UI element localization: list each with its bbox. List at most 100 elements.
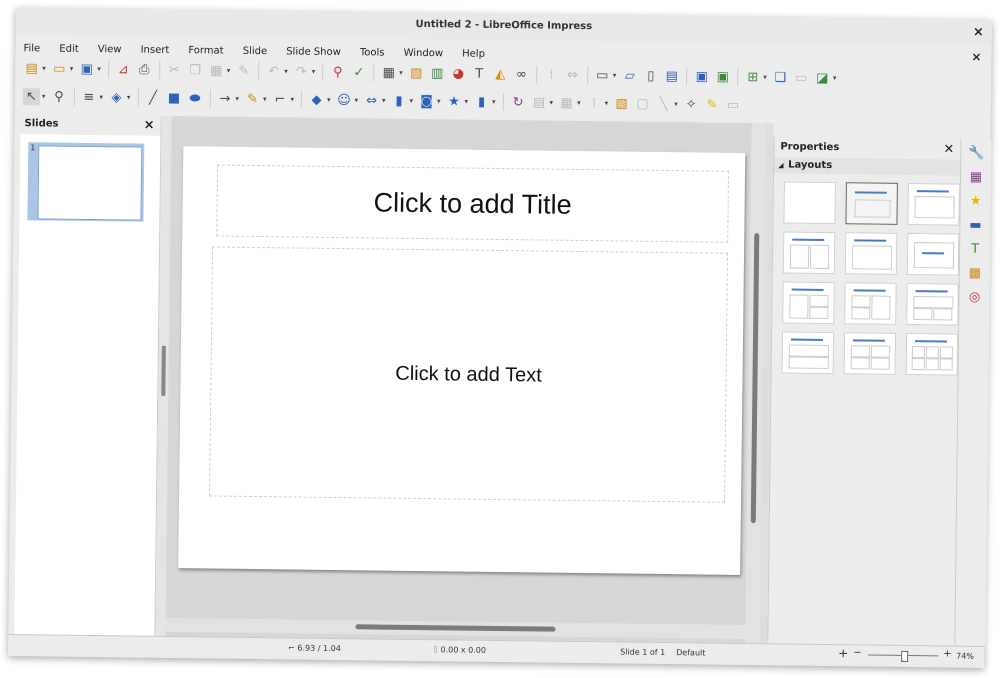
slide-thumbnail-selected[interactable]: 1 xyxy=(27,142,145,222)
group-icon[interactable]: ▧ xyxy=(613,95,630,112)
zoom-level[interactable]: 74% xyxy=(956,652,974,661)
layout-title-2-content-split[interactable] xyxy=(782,281,835,325)
distribute-icon[interactable]: ⁞ xyxy=(586,95,603,112)
chart-icon[interactable]: ◕ xyxy=(450,65,467,82)
open-icon[interactable]: ▭ xyxy=(51,60,68,77)
layout-title-content-over[interactable] xyxy=(906,282,959,326)
layout-title-only[interactable] xyxy=(907,182,960,226)
layout-title-6-content[interactable] xyxy=(905,332,959,376)
layouts-section-header[interactable]: ◢ Layouts xyxy=(774,157,961,176)
grid-icon[interactable]: ⁞ xyxy=(543,66,560,83)
new-icon[interactable]: ▤ xyxy=(23,60,40,77)
helplines-icon[interactable]: ⇔ xyxy=(564,66,581,83)
master-slide-icon[interactable]: ▱ xyxy=(621,67,638,84)
flowchart-icon[interactable]: ▮ xyxy=(390,92,407,109)
menu-slide[interactable]: Slide xyxy=(235,43,274,57)
3d-objects-icon[interactable]: ▮ xyxy=(473,93,490,110)
cut-icon[interactable]: ✂ xyxy=(166,61,183,78)
body-placeholder[interactable]: Click to add Text xyxy=(209,246,729,503)
layout-title-2-content[interactable] xyxy=(782,231,836,275)
align-icon[interactable]: ▤ xyxy=(530,94,547,111)
textbox-icon[interactable]: T xyxy=(471,65,488,82)
animation-icon[interactable]: ▬ xyxy=(966,218,984,236)
ellipse-icon[interactable]: ⬬ xyxy=(186,90,203,107)
menu-file[interactable]: File xyxy=(15,40,46,54)
properties-icon[interactable]: ▦ xyxy=(967,170,985,188)
slide-canvas[interactable]: Click to add Title Click to add Text xyxy=(178,146,746,575)
zoom-slider-knob[interactable] xyxy=(901,650,909,663)
menu-edit[interactable]: Edit xyxy=(51,40,85,55)
menu-tools[interactable]: Tools xyxy=(352,44,391,58)
zoom-out-button[interactable]: − xyxy=(853,647,862,658)
special-char-icon[interactable]: ∞ xyxy=(513,66,530,83)
menu-format[interactable]: Format xyxy=(180,42,229,57)
insert-slide-icon[interactable]: ⊞ xyxy=(744,68,761,85)
show-current-icon[interactable]: ▣ xyxy=(714,68,731,85)
glue-icon[interactable]: ✎ xyxy=(704,96,721,113)
slide-design-icon[interactable]: ◪ xyxy=(814,69,831,86)
layout-centered-text[interactable] xyxy=(906,232,960,276)
layout-title-content-stack[interactable] xyxy=(781,331,835,375)
layout-blank[interactable] xyxy=(783,181,836,225)
select-icon[interactable]: ↖ xyxy=(22,87,41,105)
fill-color-icon[interactable]: ◈ xyxy=(108,89,125,106)
crop-icon[interactable]: ╲ xyxy=(655,95,672,112)
symbol-shapes-icon[interactable]: ☺ xyxy=(335,91,352,108)
menu-help[interactable]: Help xyxy=(454,45,491,60)
window-close-button[interactable]: × xyxy=(973,25,984,40)
undo-icon[interactable]: ↶ xyxy=(265,63,282,80)
table-icon[interactable]: ▦ xyxy=(380,64,397,81)
copy-icon[interactable]: ❐ xyxy=(187,62,204,79)
menu-slide-show[interactable]: Slide Show xyxy=(278,43,347,58)
wrench-icon[interactable]: 🔧 xyxy=(967,146,985,164)
display-views-icon[interactable]: ▭ xyxy=(594,67,611,84)
rectangle-icon[interactable]: ■ xyxy=(165,89,182,106)
block-arrows-icon[interactable]: ⇔ xyxy=(363,92,380,109)
paste-icon[interactable]: ▦ xyxy=(208,62,225,79)
media-icon[interactable]: ▥ xyxy=(429,65,446,82)
slide-layout-icon[interactable]: ▤ xyxy=(663,67,680,84)
slides-pane-close-button[interactable]: × xyxy=(144,118,155,133)
slide-thumbnail[interactable] xyxy=(37,145,143,221)
redo-icon[interactable]: ↷ xyxy=(293,63,310,80)
line-color-icon[interactable]: ≡ xyxy=(80,88,97,105)
duplicate-icon[interactable]: ❏ xyxy=(772,69,789,86)
gallery-icon[interactable]: ▩ xyxy=(966,266,984,284)
clone-icon[interactable]: ✎ xyxy=(235,62,252,79)
document-close-button[interactable]: × xyxy=(971,50,981,64)
save-icon[interactable]: ▣ xyxy=(78,60,95,77)
delete-slide-icon[interactable]: ▭ xyxy=(793,69,810,86)
arrange-icon[interactable]: ▦ xyxy=(558,94,575,111)
line-icon[interactable]: ╱ xyxy=(144,89,161,106)
export-pdf-icon[interactable]: ⊿ xyxy=(115,61,132,78)
fontwork-icon[interactable]: ◭ xyxy=(492,65,509,82)
image-icon[interactable]: ▨ xyxy=(408,64,425,81)
layout-title-content[interactable] xyxy=(845,182,898,225)
points-icon[interactable]: ✧ xyxy=(683,96,700,113)
styles-icon[interactable]: T xyxy=(966,242,984,260)
callouts-icon[interactable]: ◙ xyxy=(418,92,435,109)
shadow-icon[interactable]: ▢ xyxy=(634,95,651,112)
menu-insert[interactable]: Insert xyxy=(133,41,176,56)
curve-icon[interactable]: ✎ xyxy=(244,90,261,107)
menu-window[interactable]: Window xyxy=(396,45,450,60)
connector-icon[interactable]: ⌐ xyxy=(271,91,288,108)
new-slide-icon[interactable]: ▯ xyxy=(642,67,659,84)
properties-close-button[interactable]: × xyxy=(943,141,954,156)
arrow-icon[interactable]: → xyxy=(216,90,233,107)
stars-icon[interactable]: ★ xyxy=(445,93,462,110)
start-show-icon[interactable]: ▣ xyxy=(693,68,710,85)
find-replace-icon[interactable]: ⚲ xyxy=(329,63,346,80)
layout-title-content-2[interactable] xyxy=(844,282,897,325)
rotate-icon[interactable]: ↻ xyxy=(509,94,526,111)
navigator-icon[interactable]: ◎ xyxy=(965,290,983,308)
zoom-in-button[interactable]: + xyxy=(838,646,848,660)
print-icon[interactable]: ⎙ xyxy=(136,61,153,78)
spelling-icon[interactable]: ✓ xyxy=(350,64,367,81)
slide-transition-icon[interactable]: ★ xyxy=(967,194,985,212)
zoom-plus-button[interactable]: + xyxy=(943,648,952,659)
zoom-icon[interactable]: ⚲ xyxy=(50,88,67,105)
title-placeholder[interactable]: Click to add Title xyxy=(216,164,730,243)
layout-title-only-2[interactable] xyxy=(844,232,898,275)
menu-view[interactable]: View xyxy=(90,41,128,55)
